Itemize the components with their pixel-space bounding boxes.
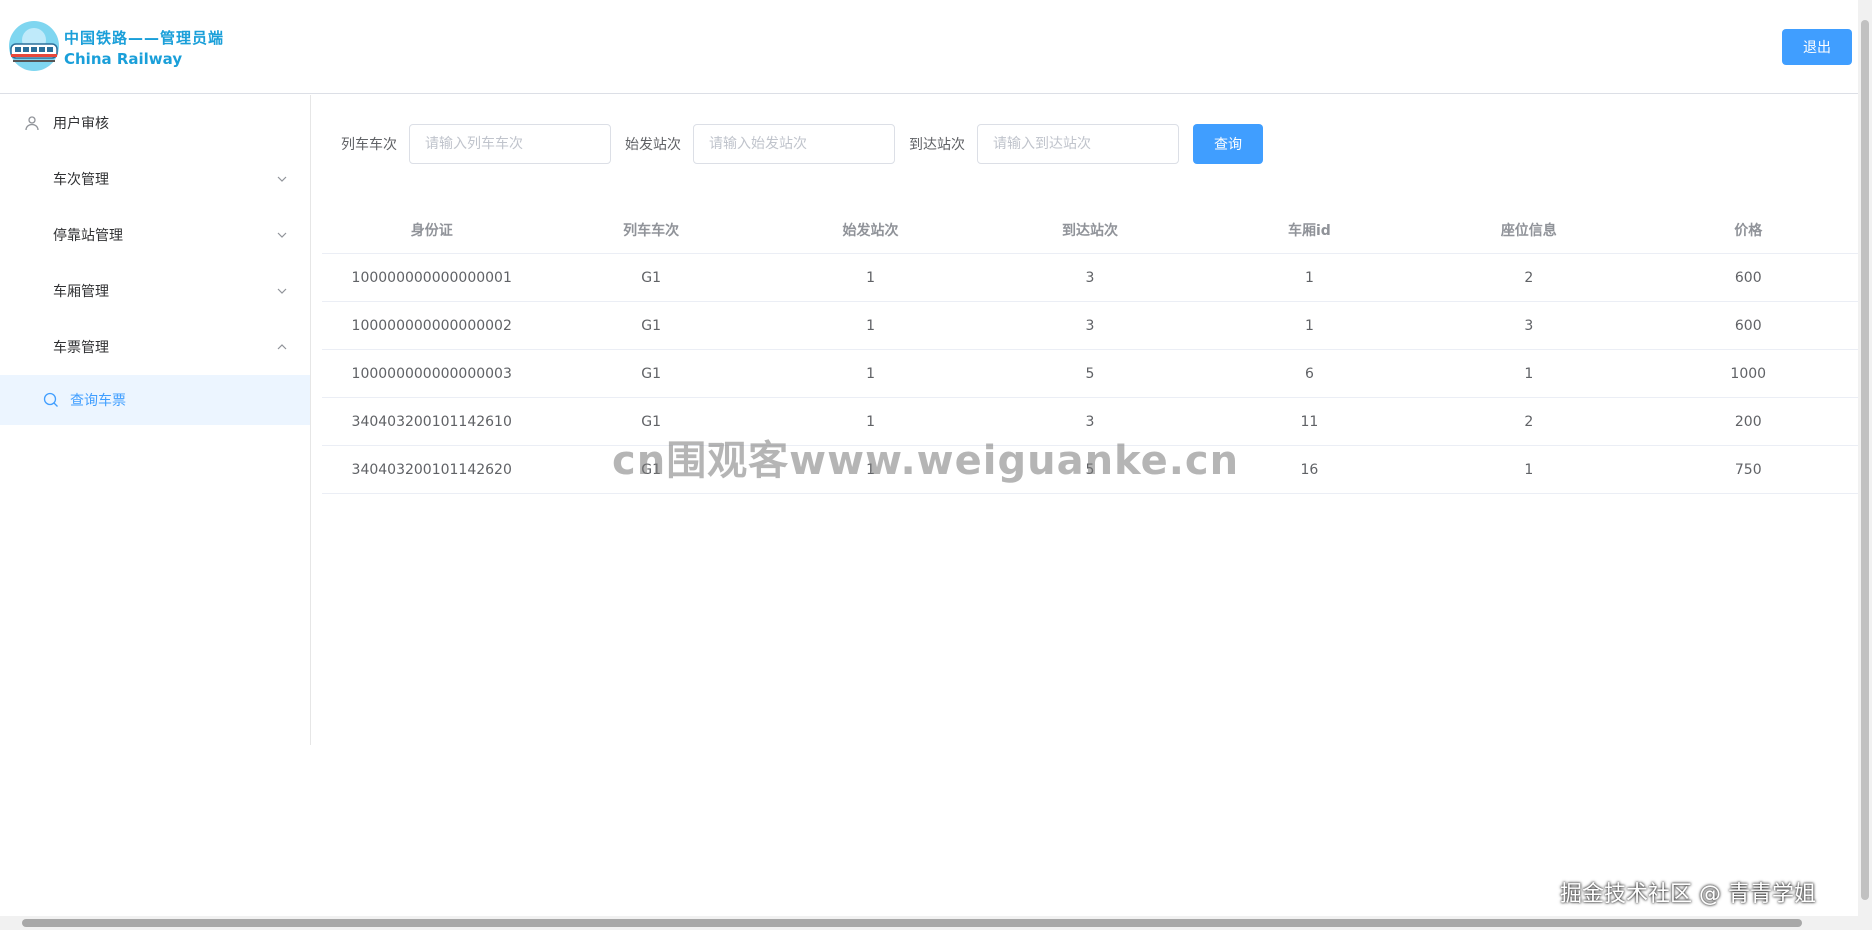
train-number-label: 列车车次 xyxy=(341,137,397,153)
start-station-label: 始发站次 xyxy=(625,137,681,153)
column-header: 列车车次 xyxy=(623,222,680,239)
table-cell: 5 xyxy=(1085,461,1095,478)
sidebar-item-label: 车票管理 xyxy=(53,340,109,356)
table-cell: 1 xyxy=(1304,317,1314,334)
sidebar-item-label: 车厢管理 xyxy=(53,284,109,300)
brand-title-en: China Railway xyxy=(64,50,183,68)
table-cell: 1 xyxy=(866,365,876,382)
table-cell: 1 xyxy=(1524,365,1534,382)
sidebar-item-ticket-management[interactable]: 车票管理 xyxy=(0,319,310,375)
table-row[interactable]: 340403200101142620 G1 1 5 16 1 750 xyxy=(322,446,1858,494)
sidebar-item-label: 停靠站管理 xyxy=(53,228,123,244)
table-row[interactable]: 100000000000000001 G1 1 3 1 2 600 xyxy=(322,254,1858,302)
start-station-input[interactable] xyxy=(693,124,895,164)
chevron-down-icon xyxy=(277,288,287,294)
table-cell: G1 xyxy=(641,413,662,430)
table-cell: 750 xyxy=(1734,461,1762,478)
column-header: 始发站次 xyxy=(842,222,899,239)
column-header: 车厢id xyxy=(1287,222,1331,239)
table-cell: 6 xyxy=(1304,365,1314,382)
table-cell: 600 xyxy=(1734,269,1762,286)
bottom-watermark: 掘金技术社区 @ 青青学姐 xyxy=(1560,882,1816,907)
table-cell: 2 xyxy=(1524,413,1534,430)
china-railway-logo xyxy=(8,20,60,72)
grid-icon xyxy=(24,283,40,299)
table-cell: 11 xyxy=(1300,413,1319,430)
search-icon xyxy=(42,391,60,409)
table-cell: 340403200101142620 xyxy=(351,461,512,478)
sidebar-item-train-management[interactable]: 车次管理 xyxy=(0,151,310,207)
sidebar-item-carriage-management[interactable]: 车厢管理 xyxy=(0,263,310,319)
sidebar-item-label: 用户审核 xyxy=(53,116,109,132)
table-cell: 100000000000000002 xyxy=(351,317,512,334)
top-header: 中国铁路——管理员端 China Railway 退出 xyxy=(0,0,1858,94)
table-cell: 100000000000000003 xyxy=(351,365,512,382)
table-cell: 100000000000000001 xyxy=(351,269,512,286)
sidebar-item-label: 车次管理 xyxy=(53,172,109,188)
table-cell: 2 xyxy=(1524,269,1534,286)
table-cell: 5 xyxy=(1085,365,1095,382)
end-station-label: 到达站次 xyxy=(909,137,965,153)
vertical-scrollbar[interactable] xyxy=(1858,0,1872,916)
table-cell: G1 xyxy=(641,365,662,382)
table-cell: G1 xyxy=(641,317,662,334)
column-header: 座位信息 xyxy=(1500,222,1557,239)
table-row[interactable]: 100000000000000003 G1 1 5 6 1 1000 xyxy=(322,350,1858,398)
table-cell: 1 xyxy=(866,269,876,286)
search-form: 列车车次 始发站次 到达站次 查询 xyxy=(341,124,1263,164)
table-cell: 3 xyxy=(1085,317,1095,334)
table-cell: 200 xyxy=(1734,413,1762,430)
logout-button[interactable]: 退出 xyxy=(1782,29,1852,65)
grid-icon xyxy=(24,227,40,243)
table-cell: 3 xyxy=(1524,317,1534,334)
table-cell: 600 xyxy=(1734,317,1762,334)
train-number-input[interactable] xyxy=(409,124,611,164)
table-cell: 1 xyxy=(1304,269,1314,286)
column-header: 到达站次 xyxy=(1061,222,1118,239)
column-header: 身份证 xyxy=(410,222,453,239)
query-button[interactable]: 查询 xyxy=(1193,124,1263,164)
chevron-down-icon xyxy=(277,176,287,182)
column-header: 价格 xyxy=(1734,222,1763,239)
chevron-up-icon xyxy=(277,344,287,350)
table-header-row: 身份证 列车车次 始发站次 到达站次 车厢id 座位信息 价格 xyxy=(322,206,1858,254)
table-cell: 1 xyxy=(1524,461,1534,478)
table-cell: 16 xyxy=(1300,461,1319,478)
horizontal-scrollbar[interactable] xyxy=(0,916,1872,930)
brand-title-cn: 中国铁路——管理员端 xyxy=(64,29,225,47)
table-cell: G1 xyxy=(641,269,662,286)
grid-icon xyxy=(24,171,40,187)
grid-icon xyxy=(24,339,40,355)
table-row[interactable]: 340403200101142610 G1 1 3 11 2 200 xyxy=(322,398,1858,446)
table-cell: G1 xyxy=(641,461,662,478)
table-cell: 1000 xyxy=(1730,365,1767,382)
end-station-input[interactable] xyxy=(977,124,1179,164)
sidebar-subitem-label: 查询车票 xyxy=(70,393,126,409)
table-cell: 340403200101142610 xyxy=(351,413,512,430)
horizontal-scroll-thumb[interactable] xyxy=(22,919,1802,927)
sidebar-item-user-review[interactable]: 用户审核 xyxy=(0,95,310,151)
user-icon xyxy=(24,115,40,131)
table-cell: 3 xyxy=(1085,413,1095,430)
sidebar-item-stop-management[interactable]: 停靠站管理 xyxy=(0,207,310,263)
table-cell: 1 xyxy=(866,413,876,430)
table-cell: 3 xyxy=(1085,269,1095,286)
sidebar-subitem-query-tickets[interactable]: 查询车票 xyxy=(0,375,310,425)
vertical-scroll-thumb[interactable] xyxy=(1861,20,1869,900)
table-row[interactable]: 100000000000000002 G1 1 3 1 3 600 xyxy=(322,302,1858,350)
table-cell: 1 xyxy=(866,461,876,478)
ticket-table: 身份证 列车车次 始发站次 到达站次 车厢id 座位信息 价格 10000000… xyxy=(322,206,1858,494)
table-cell: 1 xyxy=(866,317,876,334)
chevron-down-icon xyxy=(277,232,287,238)
sidebar-menu: 用户审核 车次管理 停靠站管理 车厢管理 车票管理 查询车票 xyxy=(0,95,311,745)
